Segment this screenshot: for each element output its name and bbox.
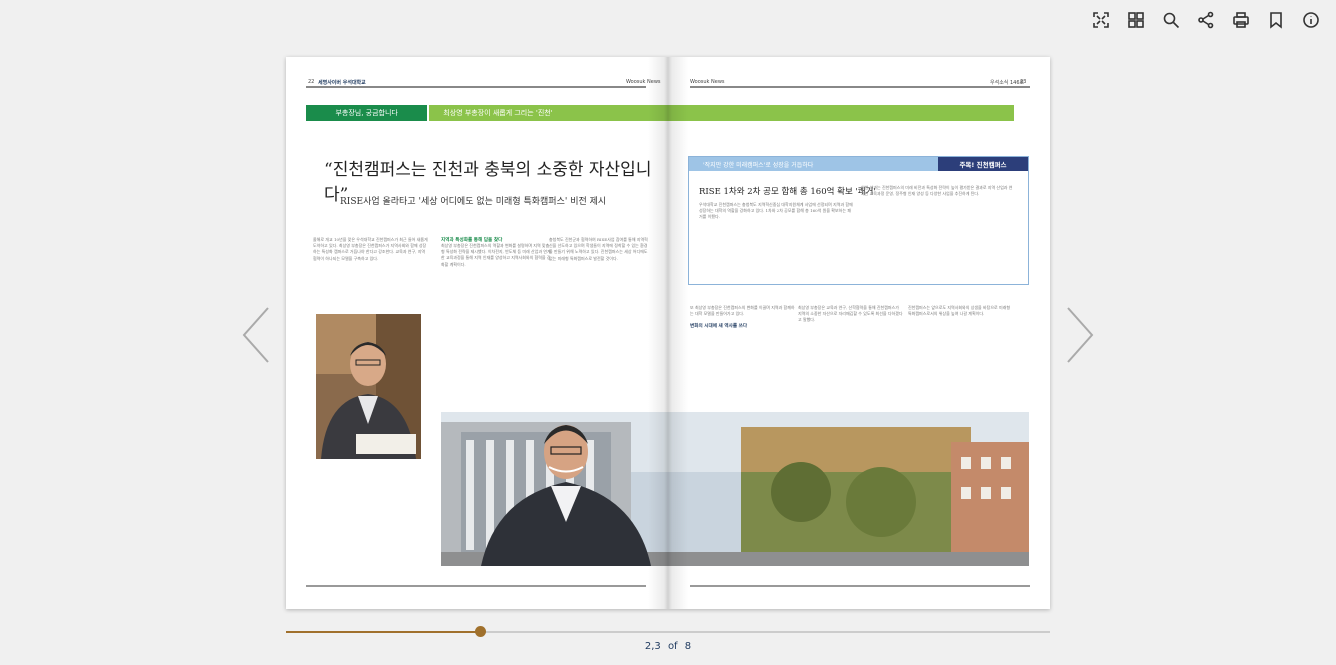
share-icon[interactable] [1194,8,1217,31]
portrait-photo [316,314,421,459]
article-column-1: 또 최상영 부총장은 진천캠퍼스의 변화를 이끌며 지역과 함께하는 대학 모델… [690,305,795,329]
column-text: 또 최상영 부총장은 진천캠퍼스의 변화를 이끌며 지역과 함께하는 대학 모델… [690,305,795,317]
bookmark-icon[interactable] [1264,8,1287,31]
feature-box-bar: '작지만 강한 미래캠퍼스'로 성장을 거듭하다 주목! 진천캠퍼스 [689,157,1028,171]
article-column-1: 올해로 개교 10년을 맞은 우석대학교 진천캠퍼스가 최근 들어 새롭게 도약… [313,237,428,261]
column-heading: 변화의 시대에 새 역사를 쓰다 [690,324,748,330]
next-page-arrow[interactable] [1060,300,1100,370]
print-icon[interactable] [1229,8,1252,31]
total-pages: 8 [684,641,692,652]
viewer-toolbar [1089,8,1322,31]
header-rule [306,86,646,88]
section-tag: 부총장님, 궁금합니다 [306,105,428,121]
previous-page-arrow[interactable] [236,300,276,370]
feature-box-column-1: 우석대학교 진천캠퍼스는 충청북도 지역혁신중심 대학지원체계 사업에 선정되며… [699,202,853,220]
feature-box-label: '작지만 강한 미래캠퍼스'로 성장을 거듭하다 [689,157,938,171]
current-pages: 2,3 [644,641,661,652]
feature-box-column-2: 이번 성과는 진천캠퍼스의 미래 비전과 특성화 전략이 높이 평가받은 결과로… [861,185,1013,197]
footer-rule [306,585,646,587]
book-spine [648,57,688,609]
footer-rule [690,585,1030,587]
page-number-right: 23 [1020,79,1027,85]
article-subheadline: RISE사업 올라타고 '세상 어디에도 없는 미래형 특화캠퍼스' 비전 제시 [340,197,607,207]
article-column-3: 진천캠퍼스는 앞으로도 지역사회와의 상생을 바탕으로 미래형 특화캠퍼스로서의… [908,305,1011,317]
feature-box-tag: 주목! 진천캠퍼스 [938,157,1028,171]
article-column-2: 지역과 특성화를 통해 답을 찾다 최상영 부총장은 진천캠퍼스의 역할과 변화… [441,237,551,268]
header-publication: Woosuk News [690,79,725,85]
slider-progress [286,631,481,633]
page-indicator: 2,3 of 8 [0,641,1336,652]
of-label: of [667,641,678,652]
page-number-left: 22 [308,79,315,85]
slider-thumb[interactable] [474,626,486,637]
feature-box-title: RISE 1차와 2차 공모 합해 총 160억 확보 '쾌거' [699,187,876,197]
info-icon[interactable] [1299,8,1322,31]
article-column-3: 충청북도 진천군과 협력하여 RISE사업 참여를 통해 지역혁신을 선도하고 … [549,237,648,261]
column-text: 최상영 부총장은 진천캠퍼스의 역할과 변화를 설명하며 지역 맞춤형 특성화 … [441,243,551,267]
page-slider[interactable] [286,626,1050,637]
campus-photo [441,412,1029,566]
article-column-2: 최상영 부총장은 교육과 연구, 산학협력을 통해 진천캠퍼스가 지역의 소중한… [798,305,903,323]
section-subtitle: 최상영 부총장이 새롭게 그리는 '진천' [429,105,668,121]
magazine-spread: 22 세명사이버 우석대학교 Woosuk News 부총장님, 궁금합니다 최… [286,57,1050,609]
section-tag-bar: 부총장님, 궁금합니다 최상영 부총장이 새롭게 그리는 '진천' [306,105,668,121]
header-rule [690,86,1030,88]
fullscreen-icon[interactable] [1089,8,1112,31]
feature-box: '작지만 강한 미래캠퍼스'로 성장을 거듭하다 주목! 진천캠퍼스 RISE … [688,156,1029,285]
thumbnails-icon[interactable] [1124,8,1147,31]
section-tag-bar [668,105,1028,121]
search-icon[interactable] [1159,8,1182,31]
header-brand: 세명사이버 우석대학교 [318,80,366,86]
section-continuation-bar [668,105,1014,121]
